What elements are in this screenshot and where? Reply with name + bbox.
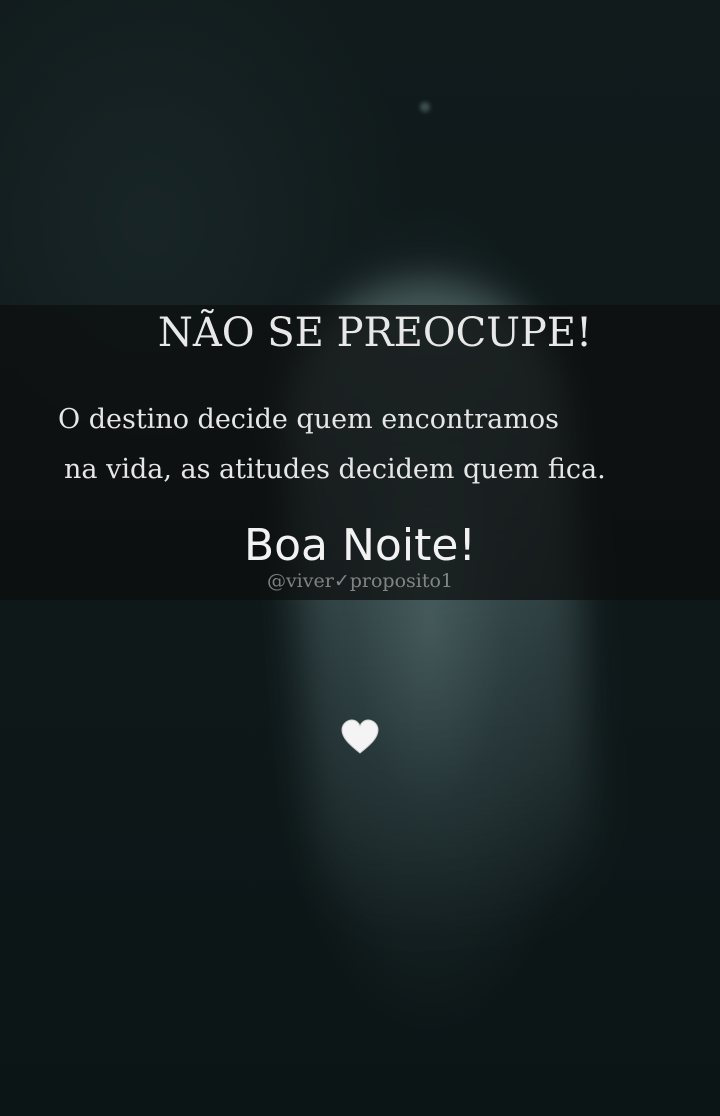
light-spot bbox=[420, 102, 430, 112]
white-heart-icon bbox=[341, 719, 379, 754]
greeting: Boa Noite! bbox=[243, 520, 477, 571]
quote-text: O destino decide quem encontramos na vid… bbox=[40, 395, 700, 495]
headline: NÃO SE PREOCUPE! bbox=[157, 310, 593, 356]
watermark: @viver✓proposito1 bbox=[266, 570, 454, 592]
background-photo: NÃO SE PREOCUPE! O destino decide quem e… bbox=[0, 0, 720, 1116]
quote-line-2: na vida, as atitudes decidem quem fica. bbox=[64, 454, 606, 485]
quote-line-1: O destino decide quem encontramos bbox=[58, 404, 559, 435]
